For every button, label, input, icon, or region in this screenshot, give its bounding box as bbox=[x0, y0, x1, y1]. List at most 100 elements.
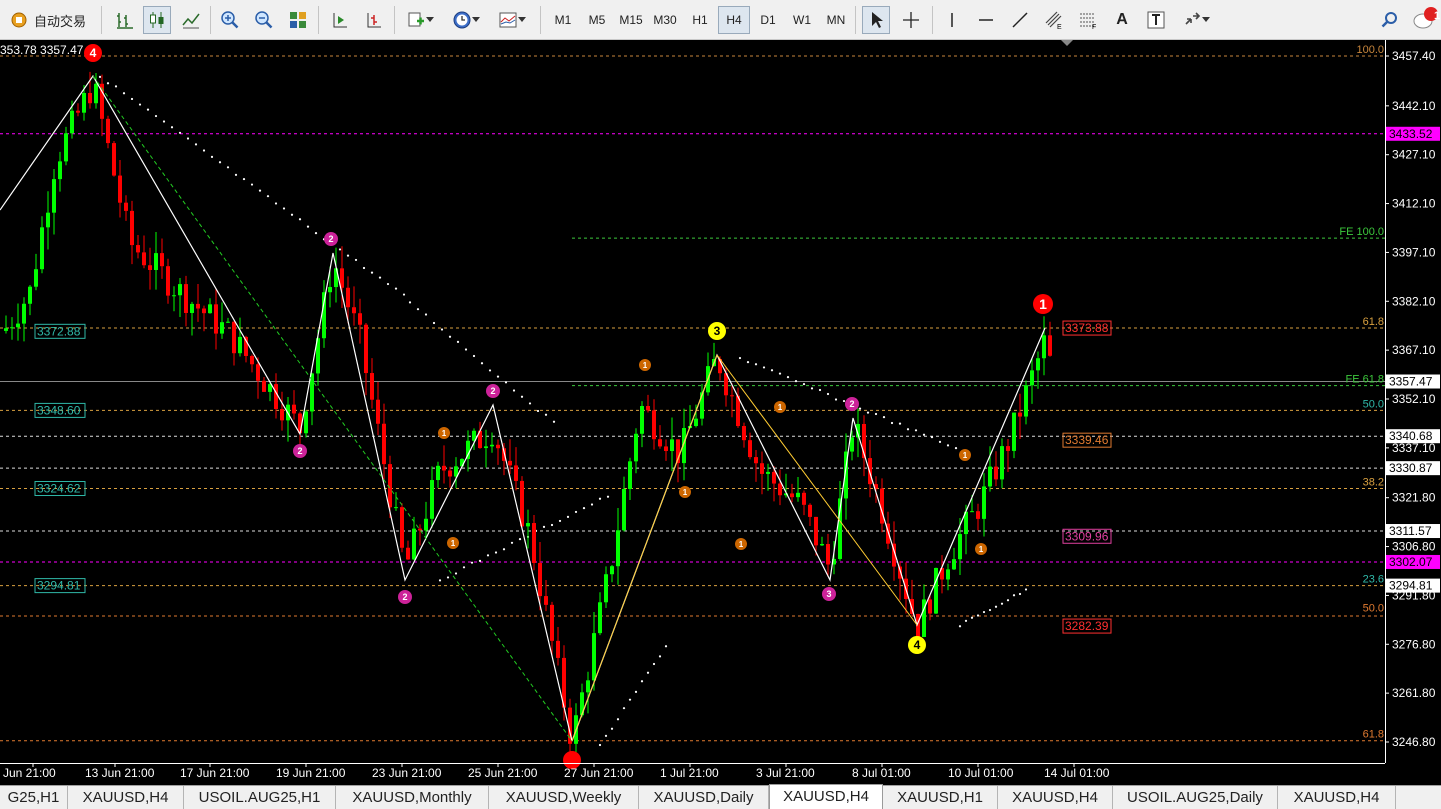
wave-label: 3 bbox=[714, 324, 721, 338]
parabolic-dot bbox=[786, 376, 790, 379]
chart-tabs-bar: G25,H1 XAUUSD,H4 USOIL.AUG25,H1 XAUUSD,Mont… bbox=[0, 784, 1441, 809]
time-tick-label: 13 Jun 21:00 bbox=[85, 766, 155, 780]
candle-body bbox=[508, 460, 512, 466]
chart-tab[interactable]: XAUUSD,H4 bbox=[998, 786, 1113, 809]
indicators-button[interactable] bbox=[400, 6, 440, 34]
parabolic-dot bbox=[958, 625, 962, 628]
parabolic-dot bbox=[478, 559, 482, 562]
toolbar: 自动交易 E F A 1 M1 M5 M15 M30 H1 H4 D1 W1 M… bbox=[0, 0, 1441, 40]
zoom-in-button[interactable] bbox=[216, 6, 244, 34]
autotrading-button[interactable]: 自动交易 bbox=[2, 6, 94, 34]
timeframe-m5-button[interactable]: M5 bbox=[581, 6, 613, 34]
fibonacci-button[interactable]: F bbox=[1074, 6, 1102, 34]
vertical-line-button[interactable] bbox=[938, 6, 966, 34]
bar-chart-button[interactable] bbox=[110, 6, 138, 34]
horizontal-line-button[interactable] bbox=[972, 6, 1000, 34]
chart-tab[interactable]: USOIL.AUG25,Daily bbox=[1113, 786, 1278, 809]
timeframe-w1-button[interactable]: W1 bbox=[786, 6, 818, 34]
timeframe-d1-button[interactable]: D1 bbox=[752, 6, 784, 34]
parabolic-dot bbox=[938, 440, 942, 443]
candle-body bbox=[118, 175, 122, 203]
parabolic-dot bbox=[982, 610, 986, 614]
chart-tab[interactable]: USOIL.AUG25,H1 bbox=[184, 786, 336, 809]
zoom-in-icon bbox=[221, 11, 239, 29]
timeframe-m30-button[interactable]: M30 bbox=[649, 6, 681, 34]
candle-body bbox=[16, 323, 20, 328]
candle-body bbox=[280, 408, 284, 421]
cursor-button[interactable] bbox=[862, 6, 890, 34]
candle-body bbox=[220, 322, 224, 334]
parabolic-dot bbox=[226, 166, 230, 169]
parabolic-dot bbox=[528, 402, 532, 405]
cursor-icon bbox=[872, 12, 883, 28]
notifications-button[interactable]: 1 bbox=[1410, 6, 1440, 34]
fib-level-label: FE 61.8 bbox=[1345, 374, 1384, 386]
timeframe-h1-button[interactable]: H1 bbox=[684, 6, 716, 34]
templates-button[interactable] bbox=[492, 6, 532, 34]
autoscroll-button[interactable] bbox=[326, 6, 354, 34]
parabolic-dot bbox=[964, 619, 968, 622]
dropdown-arrow-icon bbox=[1202, 17, 1210, 22]
parabolic-dot bbox=[970, 616, 974, 619]
chart-tab[interactable]: XAUUSD,H4 bbox=[1278, 786, 1396, 809]
trendline-button[interactable] bbox=[1006, 6, 1034, 34]
line-chart-button[interactable] bbox=[177, 6, 205, 34]
candle-body bbox=[550, 604, 554, 641]
candle-body bbox=[82, 92, 86, 113]
parabolic-dot bbox=[496, 375, 500, 378]
timeframe-h4-button[interactable]: H4 bbox=[718, 6, 750, 34]
timeframe-m15-button[interactable]: M15 bbox=[615, 6, 647, 34]
parabolic-dot bbox=[542, 525, 546, 528]
notification-count: 1 bbox=[1433, 10, 1441, 22]
timeframe-m1-button[interactable]: M1 bbox=[547, 6, 579, 34]
parabolic-dot bbox=[194, 143, 198, 146]
candle-body bbox=[1024, 385, 1028, 417]
search-button[interactable] bbox=[1376, 6, 1404, 34]
chart-tab[interactable]: XAUUSD,H4 bbox=[68, 786, 184, 809]
chart-tab[interactable]: XAUUSD,H4 bbox=[769, 784, 883, 809]
zoom-out-button[interactable] bbox=[250, 6, 278, 34]
candle-body bbox=[232, 321, 236, 354]
periods-button[interactable] bbox=[446, 6, 486, 34]
wave-label: 3 bbox=[826, 589, 831, 599]
candle-body bbox=[430, 480, 434, 519]
arrows-button[interactable] bbox=[1176, 6, 1216, 34]
level-label: 3348.60 bbox=[37, 403, 81, 417]
tile-windows-button[interactable] bbox=[284, 6, 312, 34]
timeframe-mn-button[interactable]: MN bbox=[820, 6, 852, 34]
parabolic-dot bbox=[946, 444, 950, 447]
parabolic-dot bbox=[826, 392, 830, 396]
level-label: 3339.46 bbox=[1065, 433, 1109, 447]
dropdown-arrow-icon bbox=[426, 17, 434, 22]
candlestick-chart-button[interactable] bbox=[143, 6, 171, 34]
chart-tab[interactable]: XAUUSD,Monthly bbox=[336, 786, 489, 809]
crosshair-button[interactable] bbox=[897, 6, 925, 34]
parabolic-dot bbox=[664, 645, 668, 648]
chart-tab[interactable]: XAUUSD,Daily bbox=[639, 786, 769, 809]
text-tool-button[interactable]: A bbox=[1108, 6, 1136, 34]
candle-body bbox=[1030, 370, 1034, 386]
equidistant-channel-button[interactable]: E bbox=[1040, 6, 1068, 34]
parabolic-dot bbox=[98, 75, 102, 78]
chart-tab[interactable]: G25,H1 bbox=[0, 786, 68, 809]
chart-canvas[interactable]: 3372.88 3348.60 3324.62 3294.81 3373.88 3339.… bbox=[0, 40, 1441, 785]
text-label-button[interactable] bbox=[1142, 6, 1170, 34]
horizontal-line-icon bbox=[979, 19, 993, 21]
candle-body bbox=[40, 227, 44, 270]
price-tick-label: 3306.80 bbox=[1392, 540, 1436, 554]
chart-shift-button[interactable] bbox=[360, 6, 388, 34]
parabolic-dot bbox=[138, 103, 142, 106]
fibonacci-icon: F bbox=[1080, 13, 1096, 30]
candle-body bbox=[754, 457, 758, 464]
fib-level-label: 61.8 bbox=[1363, 729, 1384, 741]
time-tick-label: 1 Jul 21:00 bbox=[660, 766, 719, 780]
parabolic-dot bbox=[590, 503, 594, 506]
parabolic-dot bbox=[794, 380, 798, 383]
parabolic-dot bbox=[424, 313, 428, 316]
parabolic-dot bbox=[976, 614, 980, 617]
level-label: 3373.88 bbox=[1065, 321, 1109, 335]
price-chart[interactable]: 3372.88 3348.60 3324.62 3294.81 3373.88 3339.… bbox=[0, 40, 1441, 785]
candle-body bbox=[976, 511, 980, 519]
chart-tab[interactable]: XAUUSD,Weekly bbox=[489, 786, 639, 809]
chart-tab[interactable]: XAUUSD,H1 bbox=[883, 786, 998, 809]
